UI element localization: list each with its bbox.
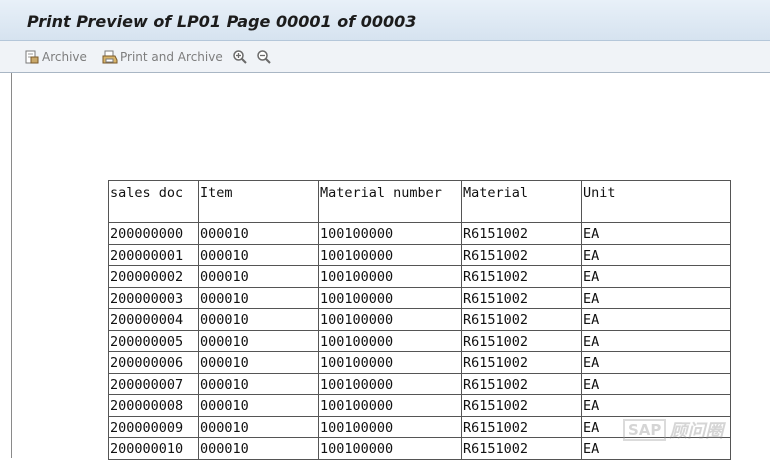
preview-frame-border bbox=[11, 73, 12, 458]
table-cell: 000010 bbox=[198, 222, 319, 245]
table-cell: R6151002 bbox=[461, 286, 582, 309]
table-cell: R6151002 bbox=[461, 394, 582, 417]
watermark-brand: SAP bbox=[623, 419, 667, 441]
application-toolbar: Archive Print and Archive bbox=[0, 41, 770, 73]
table-cell: 000010 bbox=[198, 265, 319, 288]
zoom-out-button[interactable] bbox=[256, 48, 272, 66]
table-cell: 100100000 bbox=[318, 265, 462, 288]
table-row: 200000004 000010 100100000 R6151002 EA bbox=[108, 308, 731, 331]
table-cell: 100100000 bbox=[318, 372, 462, 395]
table-cell: 000010 bbox=[198, 351, 319, 374]
window-title: Print Preview of LP01 Page 00001 of 0000… bbox=[27, 12, 417, 31]
table-cell: 100100000 bbox=[318, 222, 462, 245]
zoom-in-button[interactable] bbox=[232, 48, 248, 66]
table-row: 200000007 000010 100100000 R6151002 EA bbox=[108, 372, 731, 395]
table-cell: 000010 bbox=[198, 372, 319, 395]
table-cell: R6151002 bbox=[461, 372, 582, 395]
table-cell: EA bbox=[581, 265, 731, 288]
table-cell: 200000006 bbox=[108, 351, 199, 374]
table-row: 200000008 000010 100100000 R6151002 EA bbox=[108, 394, 731, 417]
table-cell: 000010 bbox=[198, 415, 319, 438]
table-cell: EA bbox=[581, 329, 731, 352]
table-cell: EA bbox=[581, 308, 731, 331]
table-cell: EA bbox=[581, 222, 731, 245]
table-cell: 200000010 bbox=[108, 437, 199, 460]
table-cell: 200000002 bbox=[108, 265, 199, 288]
table-cell: 200000007 bbox=[108, 372, 199, 395]
table-cell: EA bbox=[581, 286, 731, 309]
table-cell: 200000001 bbox=[108, 243, 199, 266]
table-row: 200000003 000010 100100000 R6151002 EA bbox=[108, 286, 731, 309]
table-cell: 100100000 bbox=[318, 351, 462, 374]
table-cell: 100100000 bbox=[318, 243, 462, 266]
watermark: SAP 顾问圈 bbox=[623, 418, 723, 442]
table-cell: 100100000 bbox=[318, 308, 462, 331]
table-cell: 200000008 bbox=[108, 394, 199, 417]
column-header: Material number bbox=[318, 180, 462, 223]
table-cell: 100100000 bbox=[318, 329, 462, 352]
table-cell: 000010 bbox=[198, 329, 319, 352]
table-cell: EA bbox=[581, 394, 731, 417]
zoom-out-icon bbox=[256, 49, 272, 65]
table-cell: R6151002 bbox=[461, 308, 582, 331]
watermark-text: 顾问圈 bbox=[669, 421, 724, 442]
column-header: Unit bbox=[581, 180, 731, 223]
column-header: Item bbox=[198, 180, 319, 223]
zoom-in-icon bbox=[232, 49, 248, 65]
table-cell: R6151002 bbox=[461, 437, 582, 460]
table-cell: 100100000 bbox=[318, 415, 462, 438]
table-cell: 100100000 bbox=[318, 437, 462, 460]
printer-icon bbox=[101, 49, 118, 65]
table-row: 200000001 000010 100100000 R6151002 EA bbox=[108, 243, 731, 266]
table-cell: 200000004 bbox=[108, 308, 199, 331]
table-cell: 200000000 bbox=[108, 222, 199, 245]
table-cell: R6151002 bbox=[461, 329, 582, 352]
table-cell: 000010 bbox=[198, 243, 319, 266]
table-cell: 200000003 bbox=[108, 286, 199, 309]
column-header: sales doc bbox=[108, 180, 199, 223]
table-row: 200000005 000010 100100000 R6151002 EA bbox=[108, 329, 731, 352]
table-cell: R6151002 bbox=[461, 415, 582, 438]
table-cell: 200000005 bbox=[108, 329, 199, 352]
archive-label: Archive bbox=[42, 50, 87, 64]
table-cell: R6151002 bbox=[461, 243, 582, 266]
table-cell: 000010 bbox=[198, 394, 319, 417]
archive-icon bbox=[24, 49, 40, 65]
table-cell: 000010 bbox=[198, 286, 319, 309]
table-cell: EA bbox=[581, 351, 731, 374]
table-row: 200000002 000010 100100000 R6151002 EA bbox=[108, 265, 731, 288]
title-bar: Print Preview of LP01 Page 00001 of 0000… bbox=[0, 0, 770, 41]
table-row: 200000006 000010 100100000 R6151002 EA bbox=[108, 351, 731, 374]
table-cell: EA bbox=[581, 372, 731, 395]
table-cell: R6151002 bbox=[461, 265, 582, 288]
column-header: Material bbox=[461, 180, 582, 223]
print-and-archive-label: Print and Archive bbox=[120, 50, 223, 64]
table-cell: 000010 bbox=[198, 437, 319, 460]
table-header-row: sales doc Item Material number Material … bbox=[108, 180, 731, 223]
table-cell: R6151002 bbox=[461, 222, 582, 245]
table-cell: EA bbox=[581, 243, 731, 266]
table-cell: 100100000 bbox=[318, 286, 462, 309]
table-cell: 000010 bbox=[198, 308, 319, 331]
table-cell: 100100000 bbox=[318, 394, 462, 417]
table-row: 200000000 000010 100100000 R6151002 EA bbox=[108, 222, 731, 245]
table-cell: R6151002 bbox=[461, 351, 582, 374]
table-cell: 200000009 bbox=[108, 415, 199, 438]
archive-button[interactable]: Archive bbox=[24, 48, 87, 66]
print-and-archive-button[interactable]: Print and Archive bbox=[101, 48, 223, 66]
